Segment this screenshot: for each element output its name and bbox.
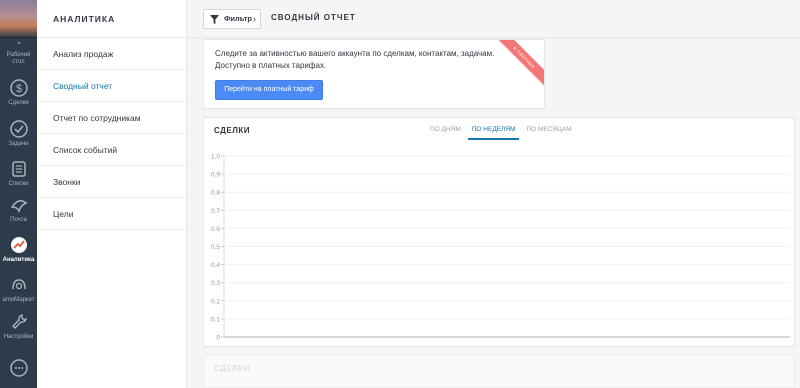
nav-item-settings[interactable]: Настройки	[0, 312, 37, 341]
wrench-icon	[11, 314, 27, 329]
y-tick-label: 0.8	[211, 190, 220, 197]
nav-label-analytics: Аналитика	[2, 257, 35, 263]
submenu-item-summary-report[interactable]: Сводный отчет	[37, 70, 186, 102]
chevron-right-icon: ›	[253, 14, 256, 24]
chart-title: СДЕЛКИ	[214, 126, 250, 135]
filter-icon	[210, 15, 219, 24]
filter-label: Фильтр	[224, 14, 252, 23]
nav-item-dashboard[interactable]: Рабочий стол	[0, 40, 37, 66]
filter-button[interactable]: Фильтр ›	[203, 9, 261, 29]
dollar-icon: $	[9, 79, 28, 97]
nav-item-lists[interactable]: Списки	[0, 159, 37, 188]
nav-label-dashboard-1: Рабочий	[6, 52, 31, 58]
submenu-item-event-list[interactable]: Список событий	[37, 134, 186, 166]
y-tick-label: 0.3	[211, 280, 220, 287]
y-tick-label: 0.1	[211, 316, 220, 323]
submenu-title: АНАЛИТИКА	[37, 0, 186, 38]
submenu-item-sales-analysis[interactable]: Анализ продаж	[37, 38, 186, 70]
upgrade-promo: Следите за активностью вашего аккаунта п…	[203, 39, 545, 109]
secondary-card-title: СДЕЛКИ	[214, 364, 250, 373]
y-tick-label: 0.2	[211, 298, 220, 305]
nav-item-mail[interactable]: Почта	[0, 195, 37, 224]
nav-label-lists: Списки	[8, 181, 29, 187]
deals-chart: 1.0 0.9 0.8 0.7 0.6 0.5 0.4 0.3 0.2 0.1 0	[211, 154, 790, 342]
svg-text:$: $	[15, 83, 21, 95]
deals-card-secondary: СДЕЛКИ	[203, 355, 795, 388]
promo-text: Следите за активностью вашего аккаунта п…	[215, 49, 495, 70]
nav-item-tasks[interactable]: Задачи	[0, 119, 37, 148]
main-nav: Рабочий стол $ Сделки Задачи Списки Почт…	[0, 0, 37, 388]
check-icon	[9, 120, 28, 138]
deals-chart-card: СДЕЛКИ ПО ДНЯМ ПО НЕДЕЛЯМ ПО МЕСЯЦАМ 1.0…	[203, 117, 795, 347]
nav-item-analytics[interactable]: Аналитика	[0, 235, 37, 264]
top-bar: Фильтр › СВОДНЫЙ ОТЧЕТ	[188, 0, 800, 38]
upgrade-button[interactable]: Перейти на платный тариф	[215, 80, 323, 100]
y-tick-label: 0.9	[211, 172, 220, 179]
submenu-item-employee-report[interactable]: Отчет по сотрудникам	[37, 102, 186, 134]
chat-icon	[9, 359, 28, 377]
analytics-icon	[10, 237, 27, 253]
nav-label-dashboard-2: стол	[12, 59, 25, 65]
tab-by-months[interactable]: ПО МЕСЯЦАМ	[522, 122, 575, 140]
y-tick-label: 1.0	[211, 154, 220, 161]
user-avatar[interactable]	[0, 0, 37, 38]
y-tick-label: 0.6	[211, 226, 220, 233]
submenu-item-goals[interactable]: Цели	[37, 198, 186, 230]
nav-item-deals[interactable]: $ Сделки	[0, 78, 37, 107]
market-icon	[11, 279, 26, 290]
page-title: СВОДНЫЙ ОТЧЕТ	[271, 13, 356, 22]
mail-icon	[10, 200, 27, 213]
y-tick-label: 0.4	[211, 262, 220, 269]
nav-label-settings: Настройки	[3, 334, 34, 340]
nav-label-mail: Почта	[10, 217, 27, 223]
nav-item-market[interactable]: amoМаркет	[0, 275, 37, 304]
period-tabs: ПО ДНЯМ ПО НЕДЕЛЯМ ПО МЕСЯЦАМ	[426, 122, 579, 140]
tab-by-weeks[interactable]: ПО НЕДЕЛЯМ	[467, 122, 520, 140]
nav-label-tasks: Задачи	[8, 141, 29, 147]
nav-label-deals: Сделки	[8, 100, 29, 106]
tab-by-days[interactable]: ПО ДНЯМ	[426, 122, 465, 140]
y-tick-label: 0	[216, 335, 220, 342]
analytics-submenu: АНАЛИТИКА Анализ продаж Сводный отчет От…	[37, 0, 187, 388]
dashboard-icon	[17, 41, 20, 44]
y-tick-label: 0.7	[211, 208, 220, 215]
y-tick-label: 0.5	[211, 244, 220, 251]
nav-item-chat[interactable]	[0, 358, 37, 380]
list-icon	[11, 161, 26, 177]
submenu-item-calls[interactable]: Звонки	[37, 166, 186, 198]
nav-label-market: amoМаркет	[2, 297, 35, 303]
